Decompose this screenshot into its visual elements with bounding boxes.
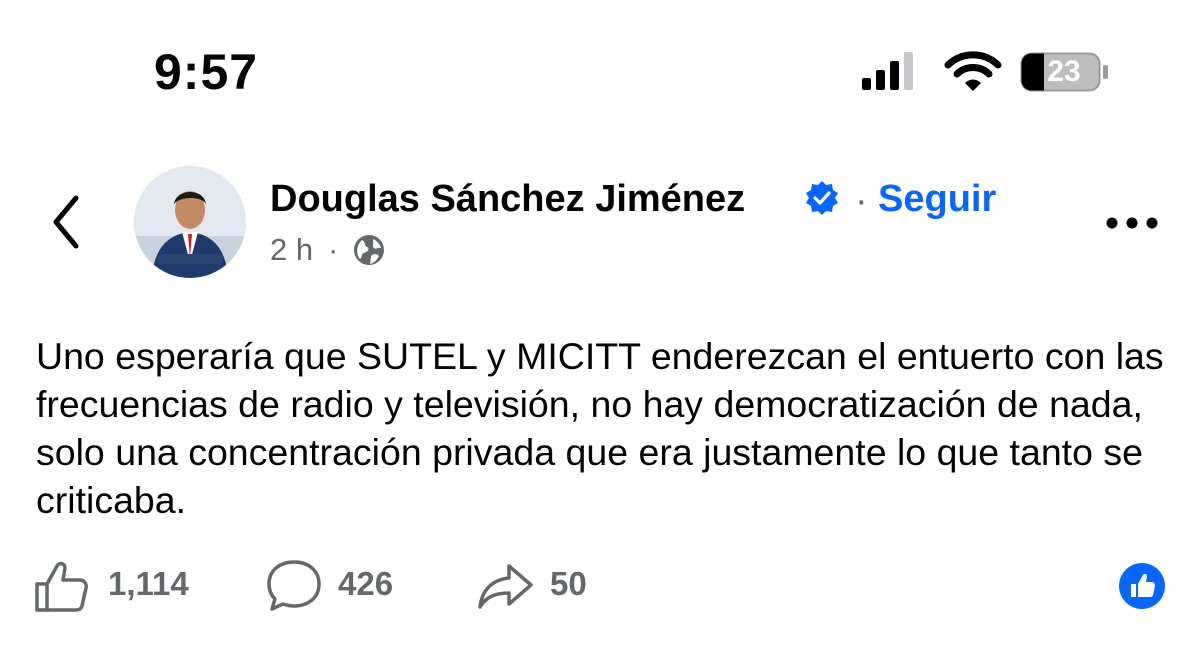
back-chevron-icon[interactable] — [44, 190, 88, 254]
like-count[interactable]: 1,114 — [108, 564, 189, 604]
post-text: Uno esperaría que SUTEL y MICITT enderez… — [36, 335, 1164, 521]
comment-icon[interactable] — [264, 556, 324, 616]
follow-button[interactable]: Seguir — [878, 176, 996, 222]
more-options-icon[interactable] — [1104, 200, 1160, 246]
battery-icon: 23 — [1020, 52, 1110, 92]
meta-separator: · — [328, 232, 339, 267]
battery-level: 23 — [1047, 55, 1081, 88]
comment-count[interactable]: 426 — [338, 564, 393, 604]
post-time[interactable]: 2 h — [270, 230, 313, 270]
follow-separator: · — [855, 180, 868, 222]
verified-badge-icon — [806, 181, 838, 215]
wifi-icon — [944, 51, 1002, 91]
author-name[interactable]: Douglas Sánchez Jiménez — [270, 176, 745, 222]
status-time: 9:57 — [154, 44, 259, 100]
like-reaction-icon[interactable] — [1118, 562, 1166, 610]
share-icon[interactable] — [475, 556, 535, 616]
cellular-signal-icon — [862, 52, 913, 90]
share-count[interactable]: 50 — [550, 564, 587, 604]
avatar[interactable] — [134, 166, 246, 278]
like-icon[interactable] — [32, 556, 92, 616]
globe-icon — [354, 235, 384, 265]
